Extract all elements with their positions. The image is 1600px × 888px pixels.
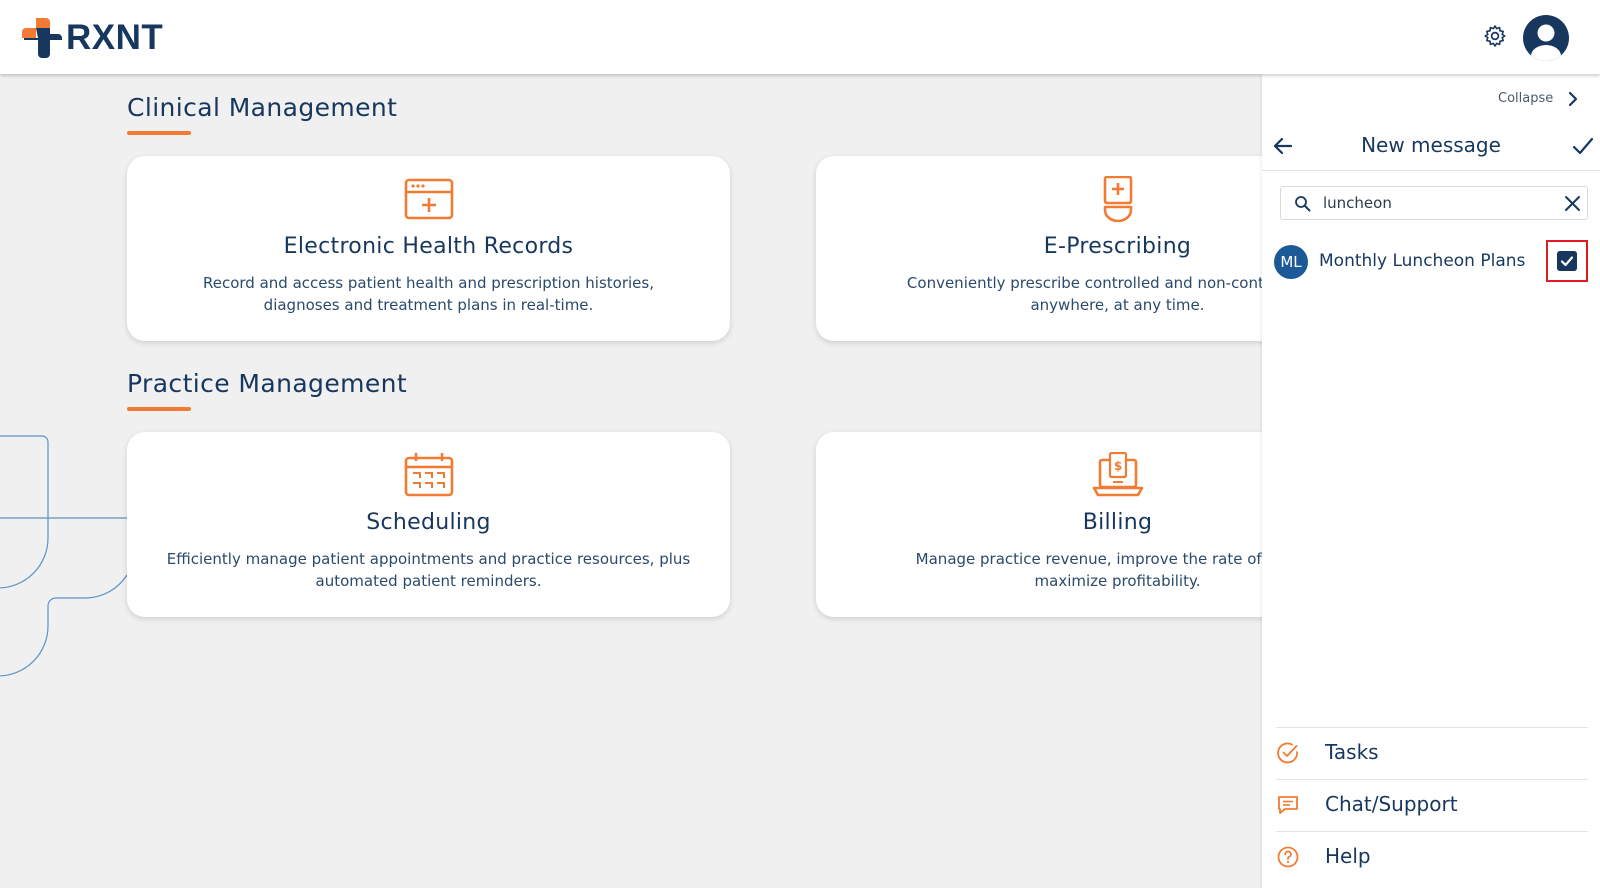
card-electronic-health-records[interactable]: Electronic Health Records Record and acc… (127, 156, 730, 341)
tasks-check-circle-icon (1277, 742, 1298, 764)
user-avatar-icon[interactable] (1522, 14, 1570, 62)
practice-management-heading: Practice Management (127, 369, 408, 398)
contact-select-checkbox-highlight[interactable] (1546, 240, 1588, 282)
nav-label: Help (1325, 844, 1371, 868)
nav-label: Tasks (1325, 740, 1379, 764)
header-divider (1262, 170, 1600, 171)
contact-result-item[interactable]: ML Monthly Luncheon Plans (1274, 240, 1592, 282)
chat-bubble-icon (1278, 796, 1298, 814)
chevron-right-icon[interactable] (1567, 90, 1579, 108)
help-circle-icon (1277, 846, 1299, 868)
clinical-heading-underline (127, 131, 191, 135)
card-description: Efficiently manage patient appointments … (166, 550, 691, 590)
card-title: Electronic Health Records (283, 234, 574, 259)
contact-name: Monthly Luncheon Plans (1319, 251, 1526, 271)
clinical-management-heading: Clinical Management (127, 93, 398, 122)
collapse-link[interactable]: Collapse (1498, 91, 1553, 106)
practice-heading-underline (127, 407, 191, 411)
contact-initials-badge: ML (1274, 245, 1308, 279)
ehr-calendar-plus-icon (404, 178, 454, 220)
nav-item-help[interactable]: Help (1276, 832, 1588, 882)
rxnt-logo[interactable]: RXNT (22, 18, 163, 58)
clear-search-icon[interactable] (1564, 195, 1581, 212)
card-scheduling[interactable]: Scheduling Efficiently manage patient ap… (127, 432, 730, 617)
rxnt-cross-icon (22, 18, 62, 58)
new-message-title: New message (1361, 133, 1501, 157)
search-icon (1295, 196, 1311, 212)
prescription-bottle-icon (1103, 176, 1133, 222)
nav-item-tasks[interactable]: Tasks (1276, 728, 1588, 778)
gear-icon[interactable] (1483, 24, 1507, 48)
svg-text:$: $ (1114, 459, 1122, 473)
decorative-cross-outline (0, 435, 128, 677)
logo-text: RXNT (66, 18, 164, 57)
messages-side-panel: Collapse New message ML Monthly Luncheon… (1262, 74, 1600, 888)
card-description: Record and access patient health and pre… (203, 274, 654, 314)
top-header: RXNT (0, 0, 1600, 74)
calendar-icon (404, 453, 454, 497)
billing-laptop-icon: $ (1092, 452, 1144, 497)
search-input[interactable] (1323, 192, 1543, 214)
card-title: Scheduling (366, 510, 491, 535)
checked-checkbox-icon[interactable] (1557, 251, 1577, 271)
confirm-check-icon[interactable] (1572, 135, 1594, 157)
contact-search-box (1280, 186, 1588, 220)
nav-label: Chat/Support (1325, 792, 1458, 816)
nav-item-chat-support[interactable]: Chat/Support (1276, 780, 1588, 830)
